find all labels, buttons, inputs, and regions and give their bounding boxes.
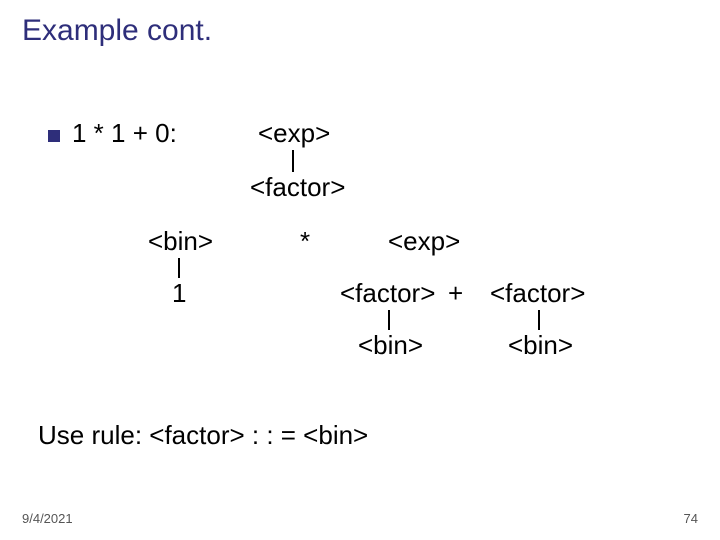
node-bin-left: <bin> xyxy=(148,226,213,257)
node-star: * xyxy=(300,226,310,257)
footer-page: 74 xyxy=(684,511,698,526)
node-bin-mid: <bin> xyxy=(358,330,423,361)
tree-line xyxy=(538,310,540,330)
node-plus: + xyxy=(448,278,463,309)
slide: Example cont. 1 * 1 + 0: <exp> <factor> … xyxy=(0,0,720,540)
node-factor-top: <factor> xyxy=(250,172,345,203)
node-exp-right: <exp> xyxy=(388,226,460,257)
tree-line xyxy=(292,150,294,172)
tree-line xyxy=(178,258,180,278)
bullet-icon xyxy=(48,130,60,142)
node-one: 1 xyxy=(172,278,186,309)
slide-title: Example cont. xyxy=(22,14,212,48)
node-bin-right: <bin> xyxy=(508,330,573,361)
bullet-expression: 1 * 1 + 0: xyxy=(72,118,177,149)
node-factor-mid: <factor> xyxy=(340,278,435,309)
node-exp-top: <exp> xyxy=(258,118,330,149)
rule-text: Use rule: <factor> : : = <bin> xyxy=(38,420,368,451)
node-factor-right: <factor> xyxy=(490,278,585,309)
footer-date: 9/4/2021 xyxy=(22,511,73,526)
tree-line xyxy=(388,310,390,330)
